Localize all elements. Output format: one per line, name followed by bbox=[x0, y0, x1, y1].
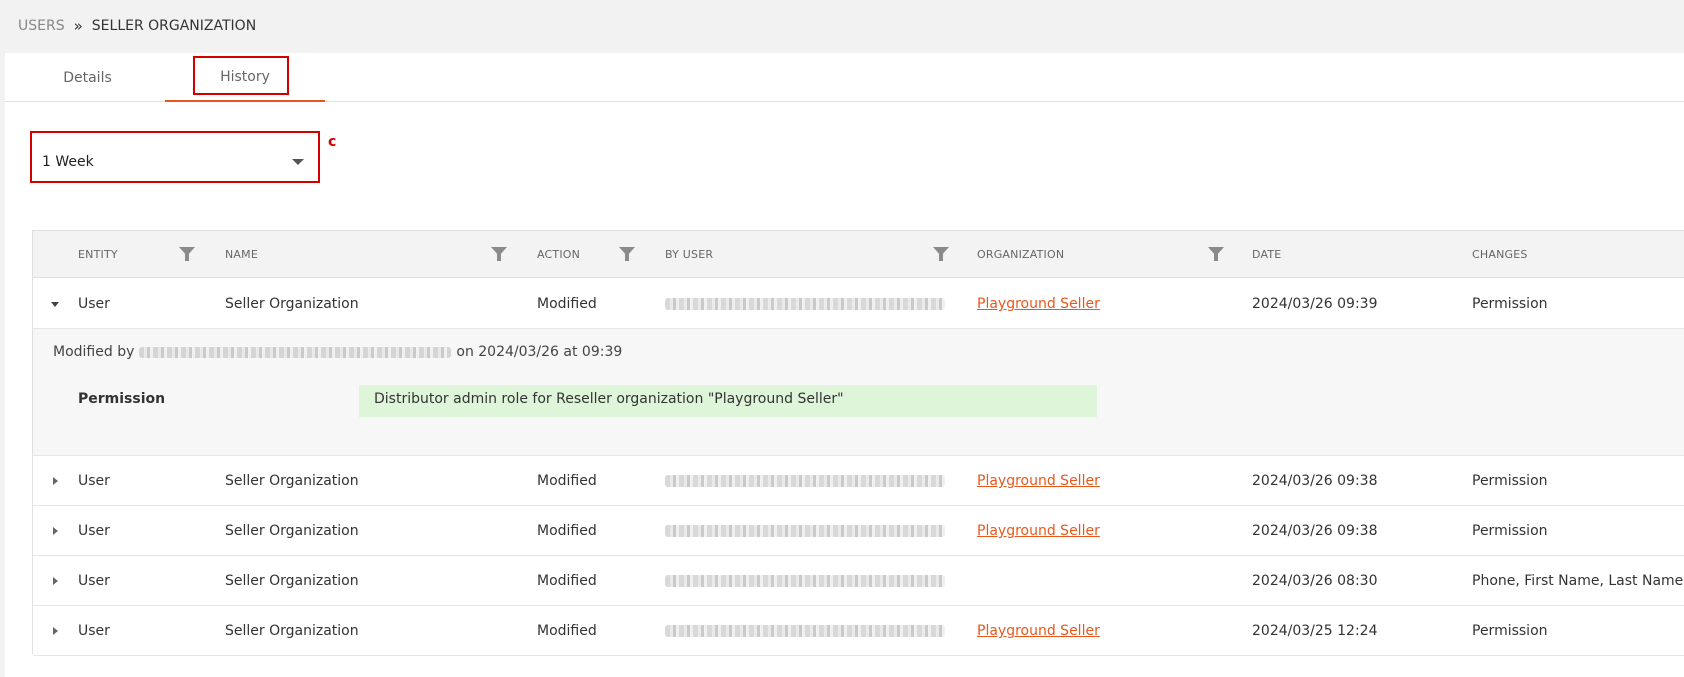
cell-name: Seller Organization bbox=[225, 573, 359, 589]
cell-date: 2024/03/26 09:39 bbox=[1252, 296, 1378, 312]
change-field-value: Distributor admin role for Reseller orga… bbox=[359, 385, 1097, 417]
column-header-action[interactable]: ACTION bbox=[537, 231, 580, 278]
cell-name: Seller Organization bbox=[225, 473, 359, 489]
cell-name: Seller Organization bbox=[225, 623, 359, 639]
cell-entity: User bbox=[78, 523, 110, 539]
cell-by-user-blurred bbox=[665, 556, 945, 606]
column-header-entity[interactable]: ENTITY bbox=[78, 231, 118, 278]
table-row[interactable]: User Seller Organization Modified Playgr… bbox=[33, 456, 1684, 506]
organization-link[interactable]: Playground Seller bbox=[977, 296, 1100, 312]
breadcrumb: USERS » SELLER ORGANIZATION bbox=[18, 17, 256, 35]
expand-caret-icon[interactable] bbox=[51, 302, 59, 307]
cell-name: Seller Organization bbox=[225, 296, 359, 312]
chevron-down-icon[interactable] bbox=[292, 159, 304, 165]
tab-bar: Details History bbox=[5, 53, 1684, 102]
breadcrumb-current: SELLER ORGANIZATION bbox=[91, 18, 257, 34]
cell-entity: User bbox=[78, 623, 110, 639]
cell-date: 2024/03/26 09:38 bbox=[1252, 473, 1378, 489]
period-select[interactable]: 1 Week bbox=[33, 141, 316, 183]
cell-by-user-blurred bbox=[665, 506, 945, 556]
modified-by-line: Modified by on 2024/03/26 at 09:39 bbox=[53, 344, 622, 360]
cell-date: 2024/03/25 12:24 bbox=[1252, 623, 1378, 639]
organization-link[interactable]: Playground Seller bbox=[977, 473, 1100, 489]
table-row[interactable]: User Seller Organization Modified 2024/0… bbox=[33, 556, 1684, 606]
cell-action: Modified bbox=[537, 623, 597, 639]
cell-changes: Permission bbox=[1472, 473, 1548, 489]
organization-link[interactable]: Playground Seller bbox=[977, 523, 1100, 539]
cell-changes: Permission bbox=[1472, 296, 1548, 312]
cell-date: 2024/03/26 08:30 bbox=[1252, 573, 1378, 589]
cell-by-user-blurred bbox=[665, 456, 945, 506]
cell-changes: Permission bbox=[1472, 523, 1548, 539]
filter-icon[interactable] bbox=[491, 247, 507, 261]
history-grid: ENTITY NAME ACTION BY USER ORGANIZATION … bbox=[32, 230, 1684, 656]
change-field-label: Permission bbox=[78, 391, 166, 407]
cell-by-user-blurred bbox=[665, 606, 945, 656]
cell-action: Modified bbox=[537, 296, 597, 312]
column-header-date[interactable]: DATE bbox=[1252, 231, 1281, 278]
filter-icon[interactable] bbox=[933, 247, 949, 261]
cell-changes: Permission bbox=[1472, 623, 1548, 639]
grid-header: ENTITY NAME ACTION BY USER ORGANIZATION … bbox=[33, 231, 1684, 278]
breadcrumb-separator: » bbox=[73, 17, 83, 35]
row-detail-panel: Modified by on 2024/03/26 at 09:39 Permi… bbox=[33, 329, 1684, 456]
cell-changes: Phone, First Name, Last Name bbox=[1472, 573, 1684, 589]
cell-date: 2024/03/26 09:38 bbox=[1252, 523, 1378, 539]
expand-caret-icon[interactable] bbox=[53, 627, 58, 635]
expand-caret-icon[interactable] bbox=[53, 477, 58, 485]
table-row[interactable]: User Seller Organization Modified Playgr… bbox=[33, 506, 1684, 556]
cell-name: Seller Organization bbox=[225, 523, 359, 539]
expand-caret-icon[interactable] bbox=[53, 527, 58, 535]
cell-entity: User bbox=[78, 573, 110, 589]
cell-by-user-blurred bbox=[665, 279, 945, 329]
cell-entity: User bbox=[78, 296, 110, 312]
filter-icon[interactable] bbox=[179, 247, 195, 261]
modified-by-prefix: Modified by bbox=[53, 344, 135, 360]
tab-history[interactable]: History bbox=[165, 53, 325, 102]
filter-icon[interactable] bbox=[619, 247, 635, 261]
annotation-label: c bbox=[328, 134, 337, 150]
cell-entity: User bbox=[78, 473, 110, 489]
filter-icon[interactable] bbox=[1208, 247, 1224, 261]
table-row[interactable]: User Seller Organization Modified Playgr… bbox=[33, 279, 1684, 329]
modified-by-suffix: on 2024/03/26 at 09:39 bbox=[456, 344, 623, 360]
organization-link[interactable]: Playground Seller bbox=[977, 623, 1100, 639]
column-header-organization[interactable]: ORGANIZATION bbox=[977, 231, 1064, 278]
column-header-changes[interactable]: CHANGES bbox=[1472, 231, 1528, 278]
breadcrumb-users[interactable]: USERS bbox=[18, 18, 65, 34]
cell-action: Modified bbox=[537, 523, 597, 539]
cell-action: Modified bbox=[537, 573, 597, 589]
expand-caret-icon[interactable] bbox=[53, 577, 58, 585]
period-select-value: 1 Week bbox=[42, 153, 94, 170]
modified-by-user-blurred bbox=[139, 346, 452, 358]
column-header-name[interactable]: NAME bbox=[225, 231, 258, 278]
cell-action: Modified bbox=[537, 473, 597, 489]
tab-details[interactable]: Details bbox=[5, 53, 170, 102]
column-header-by-user[interactable]: BY USER bbox=[665, 231, 713, 278]
table-row[interactable]: User Seller Organization Modified Playgr… bbox=[33, 606, 1684, 656]
